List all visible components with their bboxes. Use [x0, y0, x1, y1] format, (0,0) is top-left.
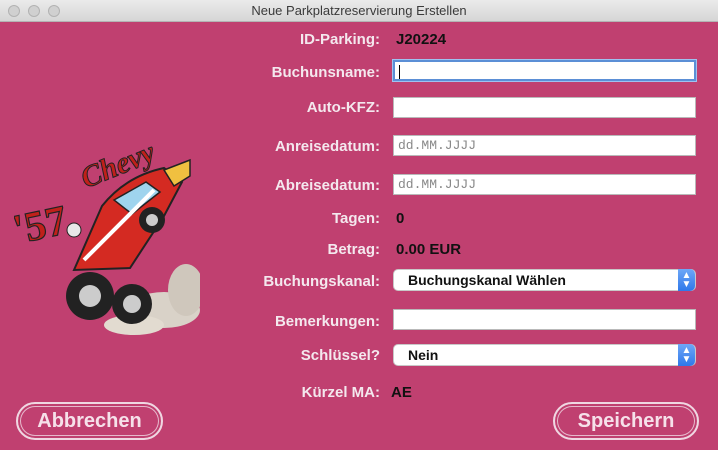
car-plate-field[interactable] — [393, 97, 696, 118]
window-title: Neue Parkplatzreservierung Erstellen — [251, 3, 467, 18]
chevy-logo-image: '57 Chevy — [14, 135, 200, 335]
employee-value: AE — [391, 384, 412, 401]
notes-label: Bemerkungen: — [274, 313, 380, 330]
logo-year-text: '57 — [14, 198, 71, 254]
id-parking-value: J20224 — [396, 31, 447, 48]
form-panel: '57 Chevy ID-Parking: J20224 Buchunsname… — [0, 22, 718, 450]
departure-date-field[interactable]: dd.MM.JJJJ — [393, 174, 696, 195]
departure-date-label: Abreisedatum: — [274, 177, 380, 194]
key-select[interactable]: Nein ▲ ▼ — [393, 344, 696, 366]
booking-name-field[interactable] — [393, 60, 696, 81]
booking-channel-selected: Buchungskanal Wählen — [408, 272, 566, 288]
text-caret — [399, 64, 400, 79]
key-selected: Nein — [408, 347, 439, 363]
key-label: Schlüssel? — [300, 347, 380, 364]
employee-label: Kürzel MA: — [301, 384, 380, 401]
amount-value: 0.00 EUR — [396, 241, 462, 258]
save-button[interactable]: Speichern — [553, 402, 699, 440]
arrival-date-label: Anreisedatum: — [274, 138, 380, 155]
id-parking-label: ID-Parking: — [299, 31, 380, 48]
car-plate-label: Auto-KFZ: — [306, 99, 380, 116]
arrival-date-field[interactable]: dd.MM.JJJJ — [393, 135, 696, 156]
days-value: 0 — [396, 210, 405, 227]
select-arrows-icon: ▲ ▼ — [678, 269, 695, 291]
booking-name-label: Buchunsname: — [271, 64, 380, 81]
select-arrows-icon: ▲ ▼ — [678, 344, 695, 366]
booking-channel-label: Buchungskanal: — [263, 273, 380, 290]
title-bar: Neue Parkplatzreservierung Erstellen — [0, 0, 718, 22]
notes-field[interactable] — [393, 309, 696, 330]
cancel-button[interactable]: Abbrechen — [16, 402, 163, 440]
amount-label: Betrag: — [327, 241, 380, 258]
booking-channel-select[interactable]: Buchungskanal Wählen ▲ ▼ — [393, 269, 696, 291]
days-label: Tagen: — [331, 210, 380, 227]
